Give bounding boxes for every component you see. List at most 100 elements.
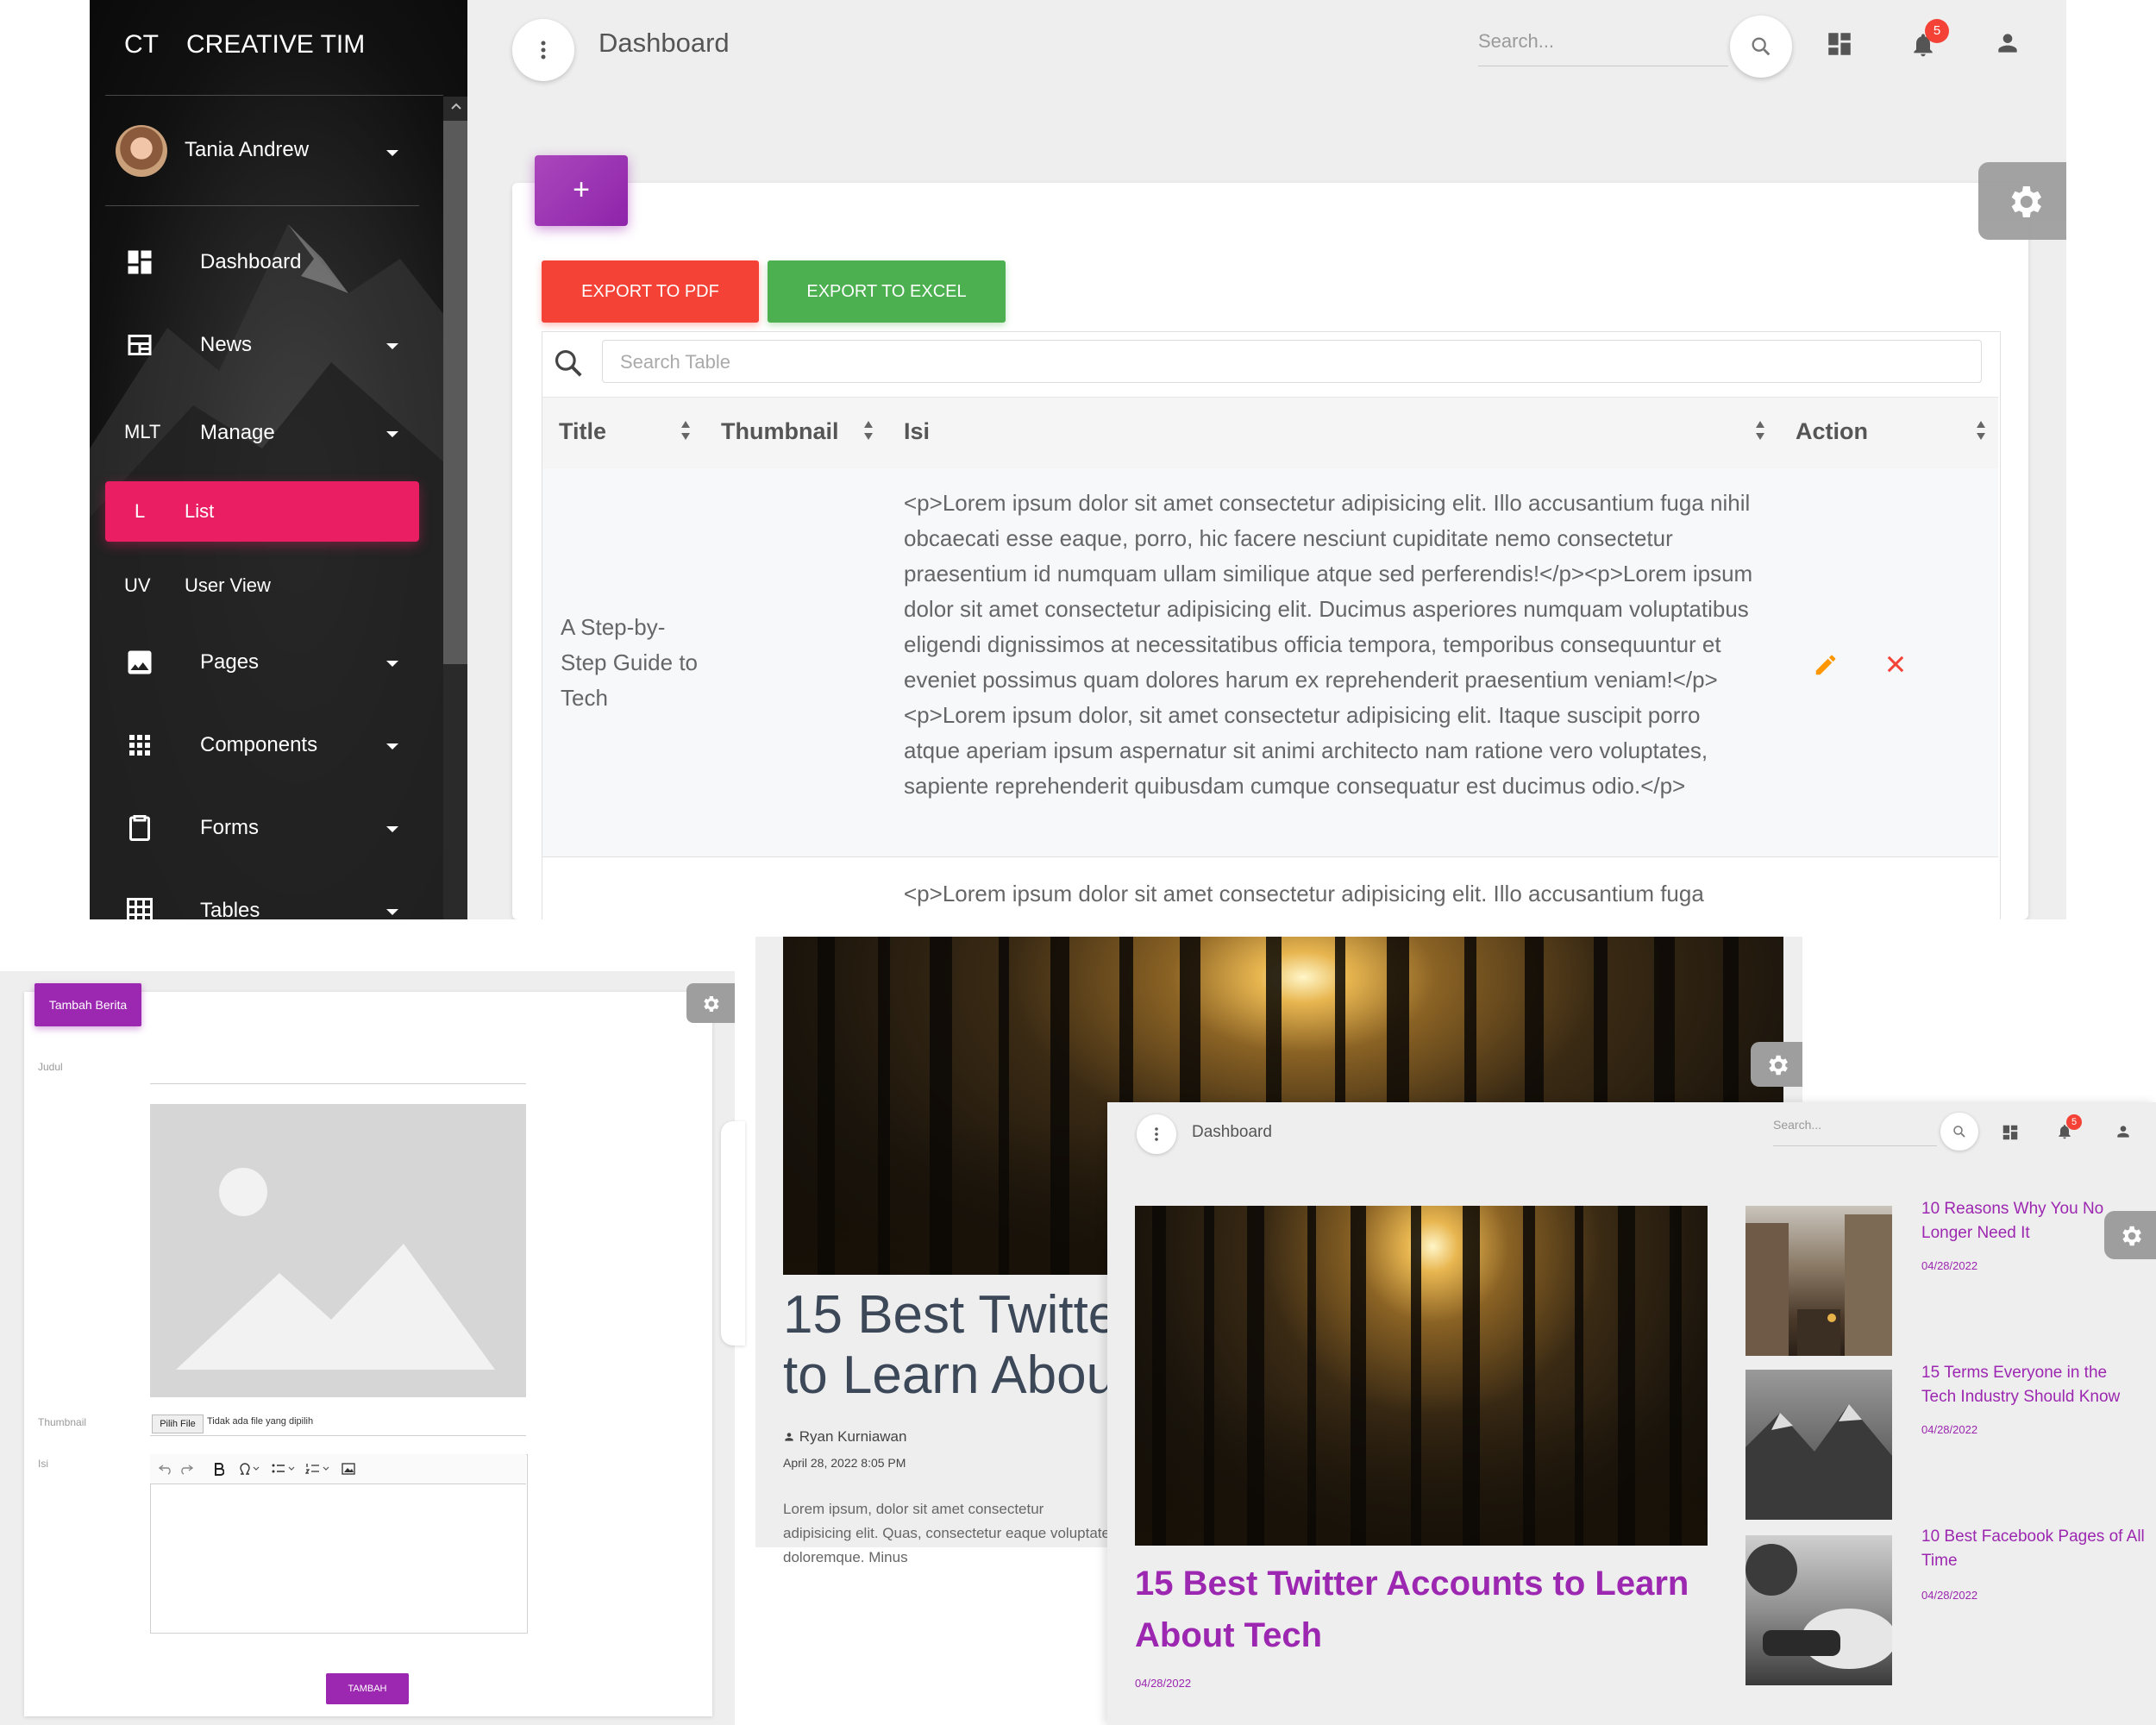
admin-list-screen: CT CREATIVE TIM Tania Andrew Dashboard Ne… bbox=[0, 0, 2066, 919]
undo-icon[interactable] bbox=[159, 1463, 172, 1475]
special-character-icon[interactable] bbox=[238, 1462, 260, 1476]
bullet-list-icon[interactable] bbox=[271, 1462, 297, 1476]
navbar-search bbox=[1478, 24, 1728, 66]
sidebar-item-label: News bbox=[200, 333, 253, 356]
search-button[interactable] bbox=[1940, 1113, 1978, 1151]
thumbnail-label: Thumbnail bbox=[38, 1416, 87, 1428]
sidebar-item-dashboard[interactable]: Dashboard bbox=[105, 233, 419, 293]
gear-icon bbox=[1769, 1055, 1788, 1076]
news-icon bbox=[128, 335, 152, 355]
row-isi: <p>Lorem ipsum dolor sit amet consectetu… bbox=[904, 881, 1704, 906]
divider bbox=[105, 205, 419, 206]
page-title: Dashboard bbox=[599, 28, 730, 58]
isi-label: Isi bbox=[38, 1458, 48, 1470]
fixed-plugin-button[interactable] bbox=[686, 983, 735, 1023]
side-article-title[interactable]: 10 Best Facebook Pages of All Time bbox=[1921, 1525, 2146, 1573]
side-article-thumbnail[interactable] bbox=[1745, 1370, 1892, 1520]
sort-icon[interactable] bbox=[1975, 419, 1987, 442]
caret-down-icon bbox=[386, 743, 398, 750]
judul-input[interactable] bbox=[150, 1083, 526, 1084]
minimize-sidebar-button[interactable] bbox=[512, 19, 574, 81]
brand[interactable]: CT CREATIVE TIM bbox=[124, 26, 365, 64]
column-header-isi[interactable]: Isi bbox=[904, 418, 930, 445]
tambah-berita-header: Tambah Berita bbox=[34, 983, 141, 1026]
sidebar-item-mini: L bbox=[135, 500, 146, 522]
avatar[interactable] bbox=[116, 125, 167, 177]
person-icon[interactable] bbox=[2115, 1123, 2132, 1140]
close-icon[interactable] bbox=[1883, 652, 1908, 676]
caret-down-icon bbox=[386, 661, 398, 667]
image-icon bbox=[128, 650, 152, 674]
export-excel-button[interactable]: EXPORT TO EXCEL bbox=[768, 260, 1006, 323]
row-isi: <p>Lorem ipsum dolor sit amet consectetu… bbox=[904, 490, 1753, 799]
more-vert-icon bbox=[1155, 1127, 1158, 1141]
search-input[interactable]: Search... bbox=[1773, 1118, 1937, 1146]
dashboard-icon[interactable] bbox=[2001, 1123, 2020, 1142]
fixed-plugin-button[interactable] bbox=[1978, 162, 2066, 240]
column-header-action[interactable]: Action bbox=[1796, 418, 1868, 445]
gear-icon bbox=[704, 996, 719, 1012]
user-name[interactable]: Tania Andrew bbox=[185, 138, 309, 162]
search-input[interactable] bbox=[1478, 24, 1728, 59]
sidebar-item-tables[interactable]: Tables bbox=[105, 881, 419, 919]
side-article-thumbnail[interactable] bbox=[1745, 1206, 1892, 1356]
sidebar-scroll-thumb[interactable] bbox=[443, 121, 467, 664]
car-smoke-scene bbox=[1745, 1544, 1892, 1669]
dashboard-icon[interactable] bbox=[1825, 29, 1854, 59]
side-card-edge bbox=[721, 1121, 745, 1346]
fixed-plugin-button[interactable] bbox=[1751, 1042, 1802, 1087]
column-header-title[interactable]: Title bbox=[559, 418, 606, 445]
side-article-thumbnail[interactable] bbox=[1745, 1535, 1892, 1685]
choose-file-button[interactable]: Pilih File bbox=[152, 1414, 204, 1433]
person-icon[interactable] bbox=[1994, 29, 2021, 57]
sidebar-item-components[interactable]: Components bbox=[105, 716, 419, 776]
notification-badge: 5 bbox=[2066, 1114, 2082, 1130]
thumbnail-preview bbox=[150, 1104, 526, 1397]
sort-icon[interactable] bbox=[1754, 419, 1766, 442]
featured-article-image[interactable] bbox=[1135, 1206, 1708, 1546]
fixed-plugin-button[interactable] bbox=[2104, 1211, 2156, 1259]
sidebar-item-forms[interactable]: Forms bbox=[105, 799, 419, 859]
featured-article-title[interactable]: 15 Best Twitter Accounts to Learn About … bbox=[1135, 1558, 1739, 1661]
sidebar-item-user-view[interactable]: UV User View bbox=[105, 555, 419, 616]
sidebar-item-pages[interactable]: Pages bbox=[105, 633, 419, 693]
author-name: Ryan Kurniawan bbox=[799, 1428, 907, 1445]
table-search-input[interactable]: Search Table bbox=[602, 340, 1982, 383]
edit-icon[interactable] bbox=[1813, 652, 1839, 678]
redo-icon[interactable] bbox=[179, 1463, 193, 1475]
notifications-button[interactable]: 5 bbox=[2056, 1114, 2082, 1145]
sidebar: CT CREATIVE TIM Tania Andrew Dashboard Ne… bbox=[90, 0, 467, 919]
bold-icon[interactable] bbox=[214, 1462, 224, 1476]
sidebar-item-label: List bbox=[185, 500, 215, 522]
tambah-submit-button[interactable]: TAMBAH bbox=[326, 1673, 409, 1704]
row-title: A Step-by-Step Guide to Tech bbox=[561, 614, 698, 711]
column-header-thumbnail[interactable]: Thumbnail bbox=[721, 418, 839, 445]
side-article-date: 04/28/2022 bbox=[1921, 1423, 1978, 1436]
search-icon bbox=[555, 349, 582, 377]
add-button[interactable]: + bbox=[535, 155, 628, 226]
caret-down-icon bbox=[386, 343, 398, 349]
chevron-up-icon[interactable] bbox=[450, 102, 462, 110]
numbered-list-icon[interactable] bbox=[305, 1462, 331, 1476]
notifications-button[interactable]: 5 bbox=[1909, 19, 1949, 60]
minimize-sidebar-button[interactable] bbox=[1137, 1114, 1176, 1154]
sidebar-item-news[interactable]: News bbox=[105, 316, 419, 376]
export-pdf-button[interactable]: EXPORT TO PDF bbox=[542, 260, 759, 323]
sidebar-item-label: Forms bbox=[200, 816, 259, 839]
sidebar-item-manage[interactable]: MLT Manage bbox=[105, 402, 419, 462]
sort-icon[interactable] bbox=[680, 419, 692, 442]
caret-down-icon[interactable] bbox=[386, 150, 398, 156]
side-article-date: 04/28/2022 bbox=[1921, 1259, 1978, 1272]
sort-icon[interactable] bbox=[862, 419, 874, 442]
article-datetime: April 28, 2022 8:05 PM bbox=[783, 1456, 906, 1470]
sidebar-item-list[interactable]: L List bbox=[105, 481, 419, 542]
brand-name: CREATIVE TIM bbox=[186, 30, 366, 59]
search-icon bbox=[1953, 1126, 1965, 1138]
gear-icon bbox=[2122, 1226, 2141, 1246]
sidebar-item-label: Manage bbox=[200, 421, 275, 444]
search-button[interactable] bbox=[1730, 16, 1792, 78]
insert-image-icon[interactable] bbox=[342, 1462, 355, 1476]
divider bbox=[150, 1435, 526, 1436]
side-article-title[interactable]: 15 Terms Everyone in the Tech Industry S… bbox=[1921, 1361, 2146, 1409]
caret-down-icon bbox=[386, 826, 398, 832]
